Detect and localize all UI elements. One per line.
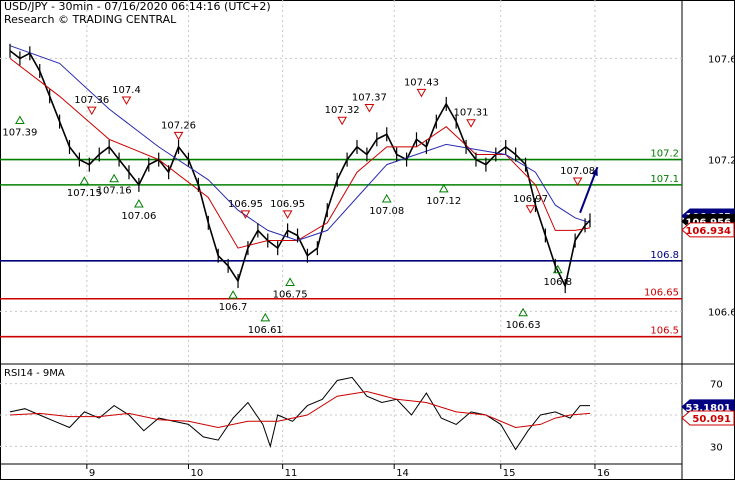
series-rsi_ma [9,390,591,429]
swing-label-10: 106.95 [270,199,305,210]
swing-low-marker [228,290,238,299]
swing-label-5: 107.06 [121,211,156,222]
series-ma_slow [9,45,591,242]
series-rsi [9,376,590,451]
time-tick-label: 9 [89,468,95,479]
swing-high-marker [86,106,97,116]
swing-label-18: 106.63 [506,320,541,331]
swing-label-15: 107.43 [404,77,439,88]
series-ma_fast [9,58,591,249]
gridlines [0,0,682,464]
swing-label-19: 106.97 [513,194,548,205]
swing-low-marker [260,312,271,322]
swing-high-marker [337,116,347,126]
swing-label-21: 107.08 [560,166,595,177]
swing-markers: 107.39107.15107.36107.16107.4107.06107.2… [2,77,595,335]
swing-label-14: 107.08 [369,206,404,217]
swing-label-3: 107.16 [97,186,132,197]
swing-label-0: 107.39 [2,128,37,139]
level-label-3: 106.65 [644,288,679,299]
swing-low-marker [381,193,392,203]
price-tick-label: 106.6 [708,307,735,318]
swing-label-13: 107.37 [352,93,387,104]
swing-low-marker [15,115,25,124]
swing-high-marker [525,205,536,214]
level-label-0: 107.2 [650,149,679,160]
swing-low-marker [438,183,449,193]
swing-label-11: 106.75 [273,289,308,300]
chart-svg: 107.2107.1106.8106.65106.5 107.39107.151… [0,0,735,480]
swing-high-marker [364,104,375,113]
level-label-1: 107.1 [650,174,679,185]
series-price [9,50,591,289]
rsi-series: RSI14 - 9MA [4,368,591,451]
swing-high-marker [572,177,583,186]
swing-high-marker [121,96,132,105]
swing-label-9: 106.61 [248,325,283,336]
time-tick-label: 11 [285,468,298,479]
swing-high-marker [416,88,427,98]
swing-label-20: 106.8 [543,277,572,288]
price-tick-label: 107.6 [708,54,735,65]
swing-label-7: 106.95 [228,199,263,210]
time-tick-label: 16 [597,468,610,479]
level-label-2: 106.8 [650,250,679,261]
swing-high-marker [173,131,184,141]
price-series [9,43,599,294]
time-tick-label: 14 [396,468,409,479]
last-price-badge-2: 106.934 [685,226,731,237]
price-tick-label: 107.2 [708,156,735,167]
swing-label-12: 107.32 [325,105,360,116]
swing-low-marker [134,198,144,208]
rsi-tick-label: 30 [710,442,723,453]
time-tick-label: 15 [503,468,516,479]
swing-low-marker [109,173,119,183]
rsi-tick-label: 70 [710,380,723,391]
swing-low-marker [518,307,528,317]
swing-low-marker [285,277,295,286]
chart-frame [0,0,735,480]
swing-label-2: 107.36 [74,95,109,106]
rsi-title: RSI14 - 9MA [4,368,65,379]
swing-label-4: 107.4 [112,85,141,96]
time-tick-label: 10 [190,468,203,479]
rsi-badge-1: 50.091 [692,414,731,425]
level-label-4: 106.5 [650,326,679,337]
swing-label-8: 106.7 [219,302,248,313]
swing-label-6: 107.26 [161,120,196,131]
swing-label-17: 107.31 [454,108,489,119]
outer-frame [0,0,735,480]
swing-label-16: 107.12 [426,196,461,207]
swing-high-marker [466,119,476,128]
swing-high-marker [282,210,293,219]
